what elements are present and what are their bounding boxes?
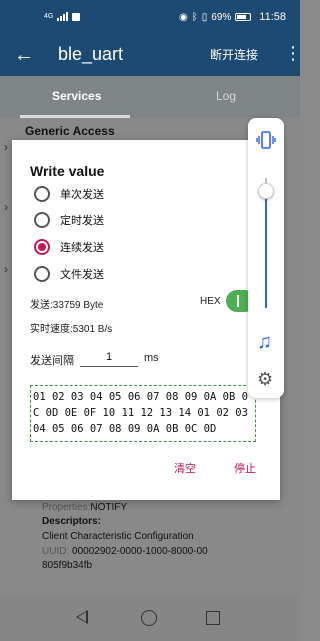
page-title: ble_uart [58, 44, 124, 64]
data-input[interactable]: 01 02 03 04 05 06 07 08 09 0A 0B 0C 0D 0… [30, 385, 256, 442]
stop-button[interactable]: 停止 [234, 460, 256, 476]
back-arrow-icon[interactable]: ← [14, 43, 34, 67]
radio-option-continuous[interactable]: 连续发送 [34, 237, 104, 257]
radio-button[interactable] [34, 186, 50, 202]
interval-label: 发送间隔 [30, 355, 74, 367]
system-nav-bar [0, 596, 300, 641]
gear-icon[interactable]: ⚙ [257, 370, 273, 388]
network-type: 4G [44, 13, 54, 20]
radio-button[interactable] [34, 266, 50, 282]
radio-option-timed[interactable]: 定时发送 [34, 210, 104, 230]
service-title[interactable]: Generic Access [25, 124, 115, 138]
app-notification-icon [72, 12, 81, 21]
hex-label: HEX [200, 296, 221, 307]
expand-chevron-icon[interactable]: › [4, 140, 8, 154]
volume-slider-fill [265, 188, 267, 308]
expand-chevron-icon[interactable]: › [4, 200, 8, 214]
radio-option-file[interactable]: 文件发送 [34, 264, 104, 284]
status-left: 4G [44, 12, 81, 21]
vibrate-status-icon: ▯ [201, 11, 208, 23]
expand-chevron-icon[interactable]: › [4, 262, 8, 276]
tab-bar: Services Log [0, 76, 300, 118]
properties-row: Properties:NOTIFY [42, 502, 128, 513]
uuid-row-2: 805f9b34fb [42, 560, 93, 571]
descriptors-label: Descriptors: [42, 516, 101, 527]
music-note-icon[interactable]: ♫ [257, 332, 272, 352]
volume-slider-thumb[interactable] [258, 183, 274, 199]
descriptor-name: Client Characteristic Configuration [42, 531, 194, 542]
uuid-row: UUID: 00002902-0000-1000-8000-00 [42, 546, 208, 557]
sent-bytes-text: 发送:33759 Byte [30, 300, 104, 311]
speed-text: 实时速度:5301 B/s [30, 324, 113, 335]
more-menu-icon[interactable]: ⋮ [284, 43, 302, 63]
disconnect-button[interactable]: 断开连接 [210, 46, 258, 63]
signal-icon [57, 12, 69, 21]
vibrate-icon[interactable] [256, 130, 276, 150]
dialog-title: Write value [30, 163, 105, 179]
radio-button[interactable] [34, 212, 50, 228]
status-bar: 4G ◉ ᛒ ▯ 69% 11:58 [0, 0, 300, 34]
volume-panel: ♫ ⚙ [248, 118, 284, 398]
bluetooth-icon: ᛒ [191, 11, 198, 23]
write-value-dialog: Write value 单次发送 定时发送 连续发送 文件发送 发送:33759… [12, 140, 280, 500]
nav-back-icon[interactable] [76, 610, 88, 624]
tab-services[interactable]: Services [52, 89, 101, 103]
app-bar: ← ble_uart 断开连接 ⋮ [0, 34, 302, 76]
battery-icon [235, 13, 252, 21]
radio-option-single[interactable]: 单次发送 [34, 184, 104, 204]
nav-recent-icon[interactable] [206, 611, 220, 625]
nav-home-icon[interactable] [141, 610, 157, 626]
interval-input[interactable] [80, 347, 138, 367]
clock: 11:58 [259, 11, 286, 23]
tab-log[interactable]: Log [216, 89, 236, 103]
radio-button-checked[interactable] [34, 239, 50, 255]
status-right: ◉ ᛒ ▯ 69% 11:58 [179, 11, 286, 23]
interval-unit: ms [144, 352, 159, 364]
clear-button[interactable]: 清空 [174, 460, 196, 476]
eye-icon: ◉ [179, 11, 188, 23]
battery-text: 69% [211, 11, 232, 23]
